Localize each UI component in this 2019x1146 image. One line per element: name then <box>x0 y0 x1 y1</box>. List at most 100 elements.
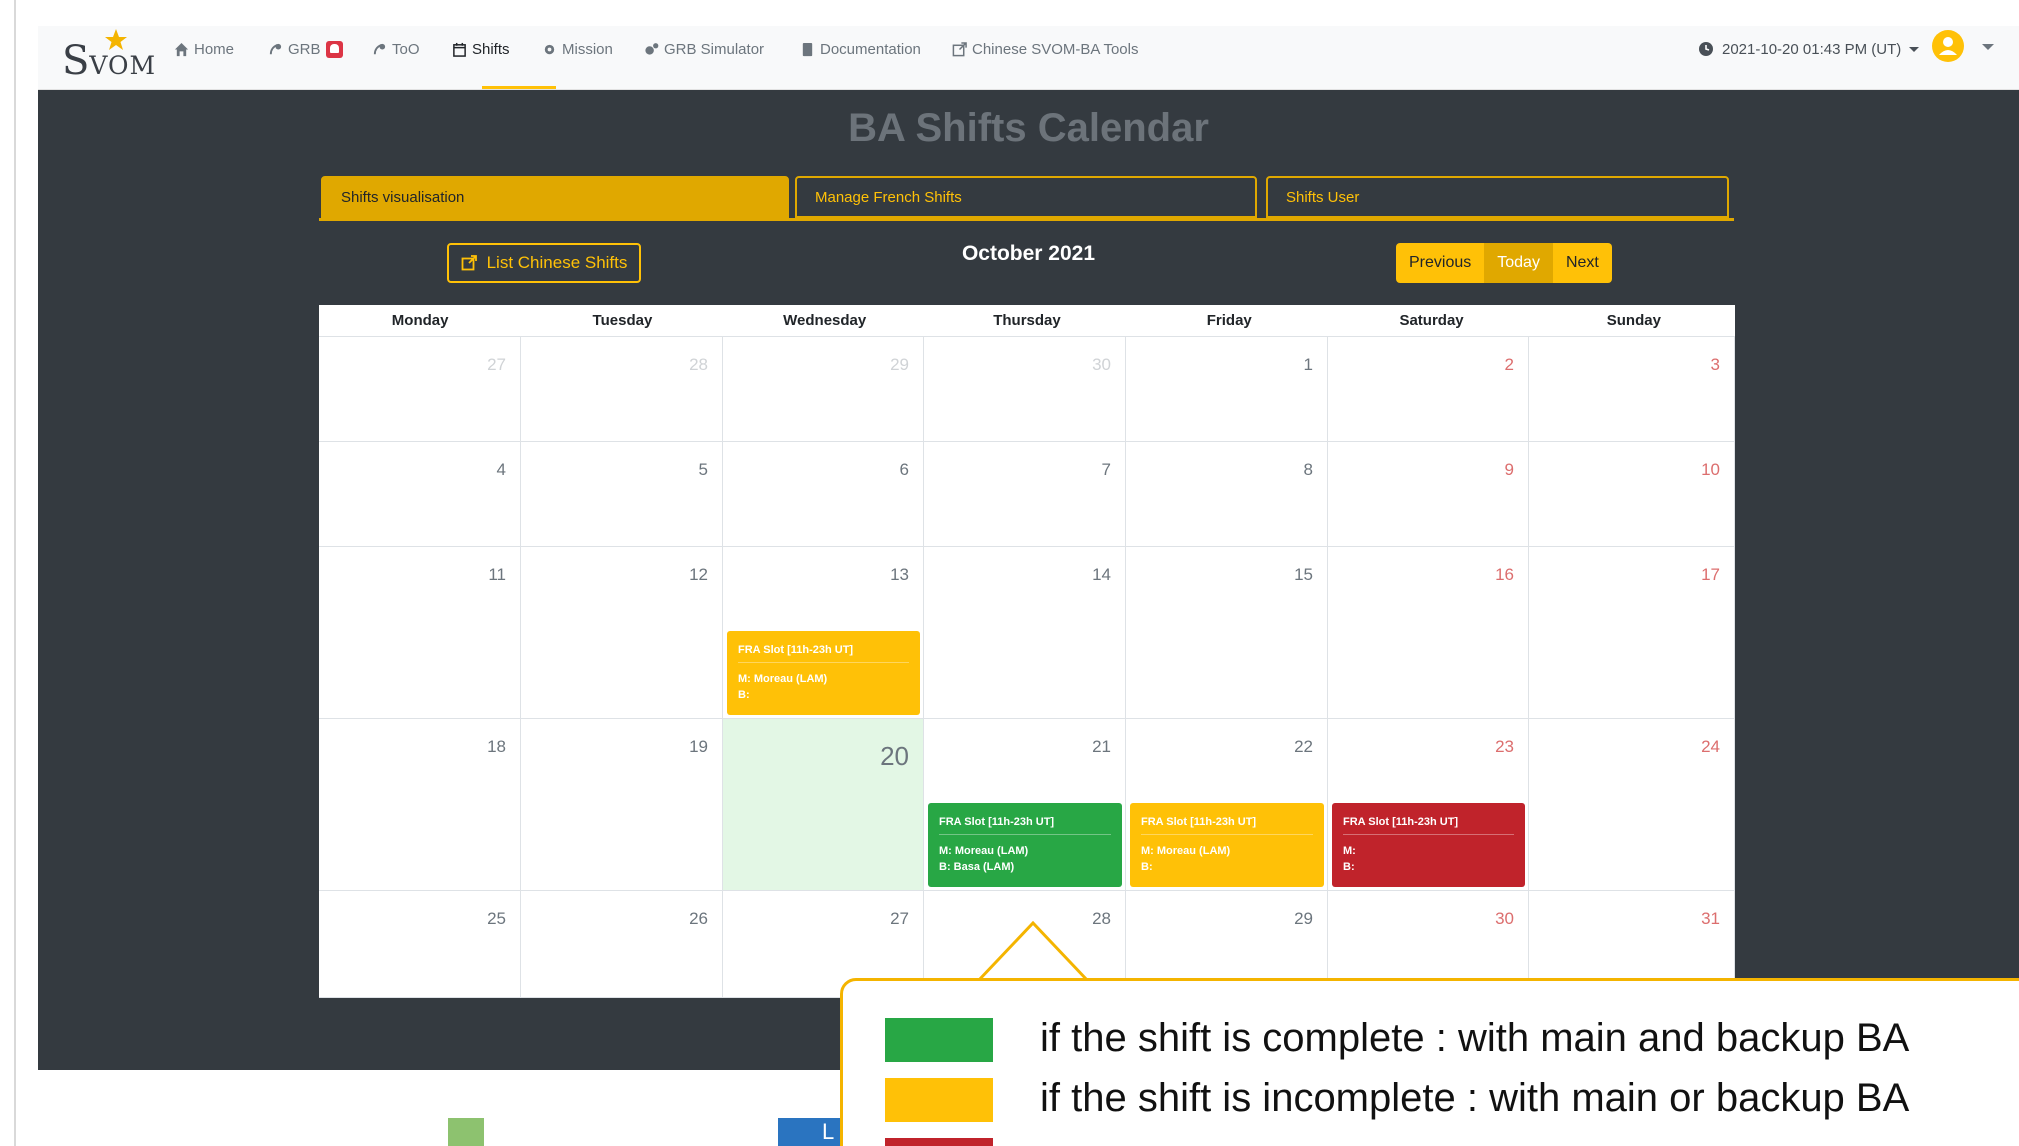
datetime-dropdown[interactable]: 2021-10-20 01:43 PM (UT) <box>1698 34 1920 64</box>
calendar-day-cell[interactable]: 8 <box>1126 442 1328 547</box>
satellite-icon <box>373 43 386 54</box>
calendar-day-cell[interactable]: 3 <box>1529 337 1735 442</box>
shift-event[interactable]: FRA Slot [11h-23h UT] M: Moreau (LAM) B: <box>727 631 920 715</box>
next-button[interactable]: Next <box>1552 243 1612 283</box>
shift-backup-ba: B: Basa (LAM) <box>939 861 1015 873</box>
shift-event-title: FRA Slot [11h-23h UT] <box>738 644 909 663</box>
day-number: 13 <box>890 565 909 584</box>
day-number: 12 <box>689 565 708 584</box>
calendar-day-cell[interactable]: 11 <box>319 547 521 719</box>
calendar-day-cell[interactable]: 2 <box>1328 337 1529 442</box>
shift-backup-ba: B: <box>738 689 750 701</box>
calendar-day-cell[interactable]: 16 <box>1328 547 1529 719</box>
calendar-day-cell[interactable]: 26 <box>521 891 723 998</box>
shift-event[interactable]: FRA Slot [11h-23h UT] M: Moreau (LAM) B: B… <box>928 803 1122 887</box>
calendar-day-cell[interactable]: 15 <box>1126 547 1328 719</box>
day-number: 30 <box>1092 355 1111 374</box>
previous-button[interactable]: Previous <box>1396 243 1485 283</box>
logo-text: SVOM <box>62 38 157 84</box>
shift-event-title: FRA Slot [11h-23h UT] <box>939 816 1111 835</box>
nav-documentation-label: Documentation <box>820 40 921 58</box>
weekday-header: Saturday <box>1399 312 1464 329</box>
legend-complete-swatch <box>885 1018 993 1062</box>
calendar-day-cell[interactable]: 30 <box>924 337 1126 442</box>
shift-event-title: FRA Slot [11h-23h UT] <box>1141 816 1313 835</box>
day-number: 21 <box>1092 737 1111 756</box>
calendar-day-cell[interactable]: 9 <box>1328 442 1529 547</box>
day-number: 24 <box>1701 737 1720 756</box>
day-number: 29 <box>1294 909 1313 928</box>
svom-logo[interactable]: SVOM <box>50 26 160 86</box>
calendar-day-cell[interactable]: 1 <box>1126 337 1328 442</box>
day-number: 11 <box>488 565 506 584</box>
legend-empty-swatch <box>885 1138 993 1146</box>
day-number: 16 <box>1495 565 1514 584</box>
calendar-day-cell[interactable]: 28 <box>521 337 723 442</box>
calendar-nav-group: Previous Today Next <box>1396 243 1612 283</box>
day-number: 27 <box>890 909 909 928</box>
day-number: 18 <box>487 737 506 756</box>
weekday-header: Thursday <box>993 312 1061 329</box>
calendar-day-cell[interactable]: 12 <box>521 547 723 719</box>
calendar-day-cell[interactable]: 4 <box>319 442 521 547</box>
calendar-grid: Monday Tuesday Wednesday Thursday Friday… <box>319 305 1735 998</box>
tab-shifts-user[interactable]: Shifts User <box>1266 176 1729 218</box>
user-avatar-icon[interactable] <box>1932 30 1964 62</box>
partner-logo <box>448 1118 484 1146</box>
nav-too[interactable]: ToO <box>372 34 420 64</box>
calendar-day-cell[interactable]: 20 <box>723 719 924 891</box>
calendar-day-cell[interactable]: 29 <box>723 337 924 442</box>
legend-incomplete-text: if the shift is incomplete : with main o… <box>1040 1076 1910 1120</box>
nav-grb-simulator[interactable]: GRB Simulator <box>644 34 764 64</box>
day-number: 28 <box>1092 909 1111 928</box>
nav-home[interactable]: Home <box>174 34 234 64</box>
nav-home-label: Home <box>194 40 235 58</box>
shift-backup-ba: B: <box>1343 861 1355 873</box>
user-menu-chevron-icon[interactable] <box>1982 44 1994 50</box>
nav-documentation[interactable]: Documentation <box>800 34 921 64</box>
gears-icon <box>645 42 659 55</box>
calendar-icon <box>453 42 466 57</box>
calendar-day-cell[interactable]: 5 <box>521 442 723 547</box>
page-title: BA Shifts Calendar <box>848 106 1209 150</box>
day-number: 4 <box>496 460 506 479</box>
day-number: 3 <box>1710 355 1720 374</box>
calendar-day-cell[interactable]: 6 <box>723 442 924 547</box>
calendar-month-title: October 2021 <box>961 242 1096 265</box>
shift-event[interactable]: FRA Slot [11h-23h UT] M: Moreau (LAM) B: <box>1130 803 1324 887</box>
day-number: 20 <box>880 741 909 771</box>
chevron-down-icon <box>1909 46 1920 52</box>
shift-main-ba: M: Moreau (LAM) <box>1141 845 1231 857</box>
day-number: 1 <box>1303 355 1313 374</box>
calendar-day-cell[interactable]: 18 <box>319 719 521 891</box>
tabs-underline <box>319 218 1734 221</box>
partner-logo: L <box>778 1118 842 1146</box>
satellite-icon <box>269 43 282 54</box>
calendar-day-cell[interactable]: 10 <box>1529 442 1735 547</box>
nav-shifts[interactable]: Shifts <box>452 34 510 64</box>
callout-pointer <box>978 921 1088 983</box>
calendar-day-cell[interactable]: 17 <box>1529 547 1735 719</box>
today-button[interactable]: Today <box>1484 243 1553 283</box>
calendar-day-cell[interactable]: 27 <box>319 337 521 442</box>
day-number: 9 <box>1504 460 1514 479</box>
day-number: 10 <box>1701 460 1720 479</box>
nav-chinese-tools[interactable]: Chinese SVOM-BA Tools <box>952 34 1138 64</box>
calendar-day-cell[interactable]: 14 <box>924 547 1126 719</box>
calendar-day-cell[interactable]: 7 <box>924 442 1126 547</box>
shift-main-ba: M: <box>1343 845 1356 857</box>
shift-event[interactable]: FRA Slot [11h-23h UT] M: B: <box>1332 803 1525 887</box>
calendar-day-cell[interactable]: 24 <box>1529 719 1735 891</box>
day-number: 6 <box>899 460 909 479</box>
nav-grb[interactable]: GRB <box>268 34 343 64</box>
nav-mission[interactable]: Mission <box>542 34 613 64</box>
day-number: 25 <box>487 909 506 928</box>
shift-backup-ba: B: <box>1141 861 1153 873</box>
day-number: 27 <box>487 355 506 374</box>
nav-mission-label: Mission <box>562 40 613 58</box>
calendar-day-cell[interactable]: 25 <box>319 891 521 998</box>
tab-shifts-visualisation[interactable]: Shifts visualisation <box>321 176 789 218</box>
tab-manage-french-shifts[interactable]: Manage French Shifts <box>795 176 1257 218</box>
calendar-day-cell[interactable]: 19 <box>521 719 723 891</box>
clock-icon <box>1699 42 1713 56</box>
